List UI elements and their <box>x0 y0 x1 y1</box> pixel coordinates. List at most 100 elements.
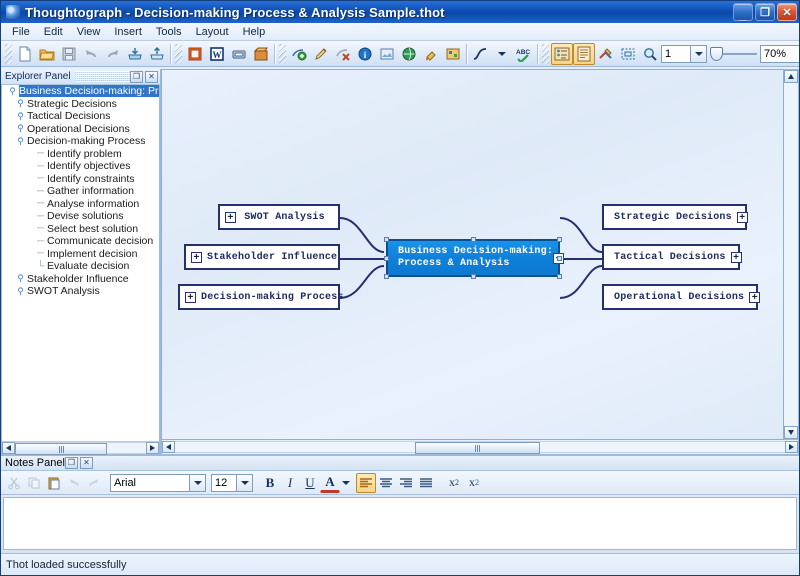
node-properties-icon[interactable] <box>442 43 464 65</box>
tree-item-strategic-decisions[interactable]: ⚲ Strategic Decisions <box>2 98 159 111</box>
edit-node-icon[interactable] <box>310 43 332 65</box>
canvas-vertical-scrollbar[interactable] <box>784 69 799 440</box>
tools-options-icon[interactable] <box>595 43 617 65</box>
scroll-left-button[interactable] <box>162 441 175 453</box>
node-tactical-decisions[interactable]: Tactical Decisions + <box>602 244 742 270</box>
expand-handle-icon[interactable]: ⚲ <box>14 98 27 109</box>
expand-button[interactable]: + <box>730 251 742 263</box>
align-center-icon[interactable] <box>376 473 396 493</box>
toolbar-grip-2[interactable] <box>175 43 182 64</box>
notes-panel-toggle-icon[interactable] <box>573 42 595 65</box>
font-color-dropdown-icon[interactable] <box>340 473 351 493</box>
expand-button[interactable]: + <box>736 211 748 223</box>
node-stakeholder-influence[interactable]: + Stakeholder Influence <box>184 244 340 270</box>
cut-icon[interactable] <box>4 473 24 493</box>
export-tray-icon[interactable] <box>146 43 168 65</box>
scroll-up-button[interactable] <box>784 70 798 83</box>
font-size-combo[interactable]: 12 <box>211 473 253 492</box>
tree-item-identify-objectives[interactable]: ─ Identify objectives <box>2 160 159 173</box>
fit-to-window-icon[interactable] <box>617 43 639 65</box>
toolbar-grip-4[interactable] <box>542 43 549 64</box>
zoom-tool-icon[interactable] <box>639 43 661 65</box>
menu-layout[interactable]: Layout <box>189 24 236 40</box>
scroll-right-button[interactable] <box>785 441 798 453</box>
tree-item-stakeholder-influence[interactable]: ⚲ Stakeholder Influence <box>2 273 159 286</box>
font-name-dropdown-icon[interactable] <box>190 473 206 492</box>
detail-level-value[interactable]: 1 <box>661 44 691 63</box>
zoom-value[interactable]: 70% <box>760 44 799 63</box>
spell-check-icon[interactable]: ABC <box>513 43 535 65</box>
export-html-icon[interactable] <box>228 43 250 65</box>
scroll-right-button[interactable] <box>146 442 159 454</box>
italic-button[interactable]: I <box>280 473 300 493</box>
notes-float-button[interactable]: ❐ <box>64 457 78 469</box>
curve-style-icon[interactable] <box>469 43 491 65</box>
add-node-icon[interactable] <box>288 43 310 65</box>
node-center-business-decision-making[interactable]: Business Decision-making: Process & Anal… <box>384 237 565 279</box>
menu-insert[interactable]: Insert <box>107 24 149 40</box>
explorer-tree[interactable]: ⚲ Business Decision-making: Pro ⚲ Strate… <box>1 85 160 441</box>
menu-view[interactable]: View <box>70 24 108 40</box>
mindmap-canvas[interactable]: + SWOT Analysis + Stakeholder Influence … <box>161 69 784 440</box>
paint-fill-icon[interactable] <box>420 43 442 65</box>
notes-close-button[interactable]: ✕ <box>79 457 93 469</box>
expand-handle-icon[interactable]: ⚲ <box>14 136 27 147</box>
undo-icon[interactable] <box>64 473 84 493</box>
open-folder-icon[interactable] <box>36 43 58 65</box>
collapse-button[interactable]: − <box>553 252 565 264</box>
scroll-left-button[interactable] <box>2 442 15 454</box>
canvas-scroll-thumb[interactable] <box>415 442 540 454</box>
export-powerpoint-icon[interactable] <box>184 43 206 65</box>
tree-item-decision-making-process[interactable]: ⚲ Decision-making Process <box>2 135 159 148</box>
explorer-close-button[interactable]: ✕ <box>145 70 158 83</box>
import-tray-icon[interactable] <box>124 43 146 65</box>
expand-handle-icon[interactable]: ⚲ <box>14 286 27 297</box>
save-disk-icon[interactable] <box>58 43 80 65</box>
menu-file[interactable]: File <box>5 24 37 40</box>
toolbar-grip[interactable] <box>5 43 12 64</box>
subscript-button[interactable]: x2 <box>464 473 484 493</box>
close-button[interactable]: ✕ <box>777 3 797 21</box>
tree-item-evaluate-decision[interactable]: └ Evaluate decision <box>2 260 159 273</box>
zoom-combo[interactable]: 70% <box>760 44 799 63</box>
explorer-scroll-track[interactable] <box>15 442 146 455</box>
font-color-button[interactable]: A <box>320 473 340 493</box>
expand-button[interactable]: + <box>185 291 196 303</box>
curve-style-dropdown-icon[interactable] <box>491 43 513 65</box>
detail-slider[interactable] <box>710 46 757 61</box>
node-decision-making-process[interactable]: + Decision-making Process <box>178 284 343 310</box>
tree-item-swot-analysis[interactable]: ⚲ SWOT Analysis <box>2 285 159 298</box>
expand-button[interactable]: + <box>749 291 761 303</box>
maximize-button[interactable]: ❐ <box>755 3 775 21</box>
explorer-horizontal-scrollbar[interactable] <box>1 441 160 455</box>
tree-item-identify-constraints[interactable]: ─ Identify constraints <box>2 173 159 186</box>
bold-button[interactable]: B <box>260 473 280 493</box>
align-justify-icon[interactable] <box>416 473 436 493</box>
menu-help[interactable]: Help <box>236 24 273 40</box>
superscript-button[interactable]: x2 <box>444 473 464 493</box>
underline-button[interactable]: U <box>300 473 320 493</box>
detail-level-dropdown-icon[interactable] <box>691 44 707 63</box>
expand-button[interactable]: + <box>191 251 202 263</box>
vertical-scroll-track[interactable] <box>784 83 798 426</box>
canvas-scroll-track[interactable] <box>175 441 785 454</box>
slider-knob[interactable] <box>710 46 723 61</box>
tree-item-devise-solutions[interactable]: ─ Devise solutions <box>2 210 159 223</box>
node-info-icon[interactable]: i <box>354 43 376 65</box>
align-left-icon[interactable] <box>356 472 376 493</box>
explorer-drag-hatch[interactable] <box>74 71 130 82</box>
expand-handle-icon[interactable]: ⚲ <box>14 123 27 134</box>
align-right-icon[interactable] <box>396 473 416 493</box>
export-package-icon[interactable] <box>250 43 272 65</box>
paste-icon[interactable] <box>44 473 64 493</box>
tree-item-operational-decisions[interactable]: ⚲ Operational Decisions <box>2 123 159 136</box>
expand-handle-icon[interactable]: ⚲ <box>14 111 27 122</box>
tree-item-gather-information[interactable]: ─ Gather information <box>2 185 159 198</box>
tree-item-select-best-solution[interactable]: ─ Select best solution <box>2 223 159 236</box>
toolbar-grip-3[interactable] <box>279 43 286 64</box>
detail-level-combo[interactable]: 1 <box>661 44 707 63</box>
tree-item-root[interactable]: ⚲ Business Decision-making: Pro <box>2 85 159 98</box>
font-name-value[interactable]: Arial <box>110 473 190 492</box>
tree-item-communicate-decision[interactable]: ─ Communicate decision <box>2 235 159 248</box>
tree-item-tactical-decisions[interactable]: ⚲ Tactical Decisions <box>2 110 159 123</box>
